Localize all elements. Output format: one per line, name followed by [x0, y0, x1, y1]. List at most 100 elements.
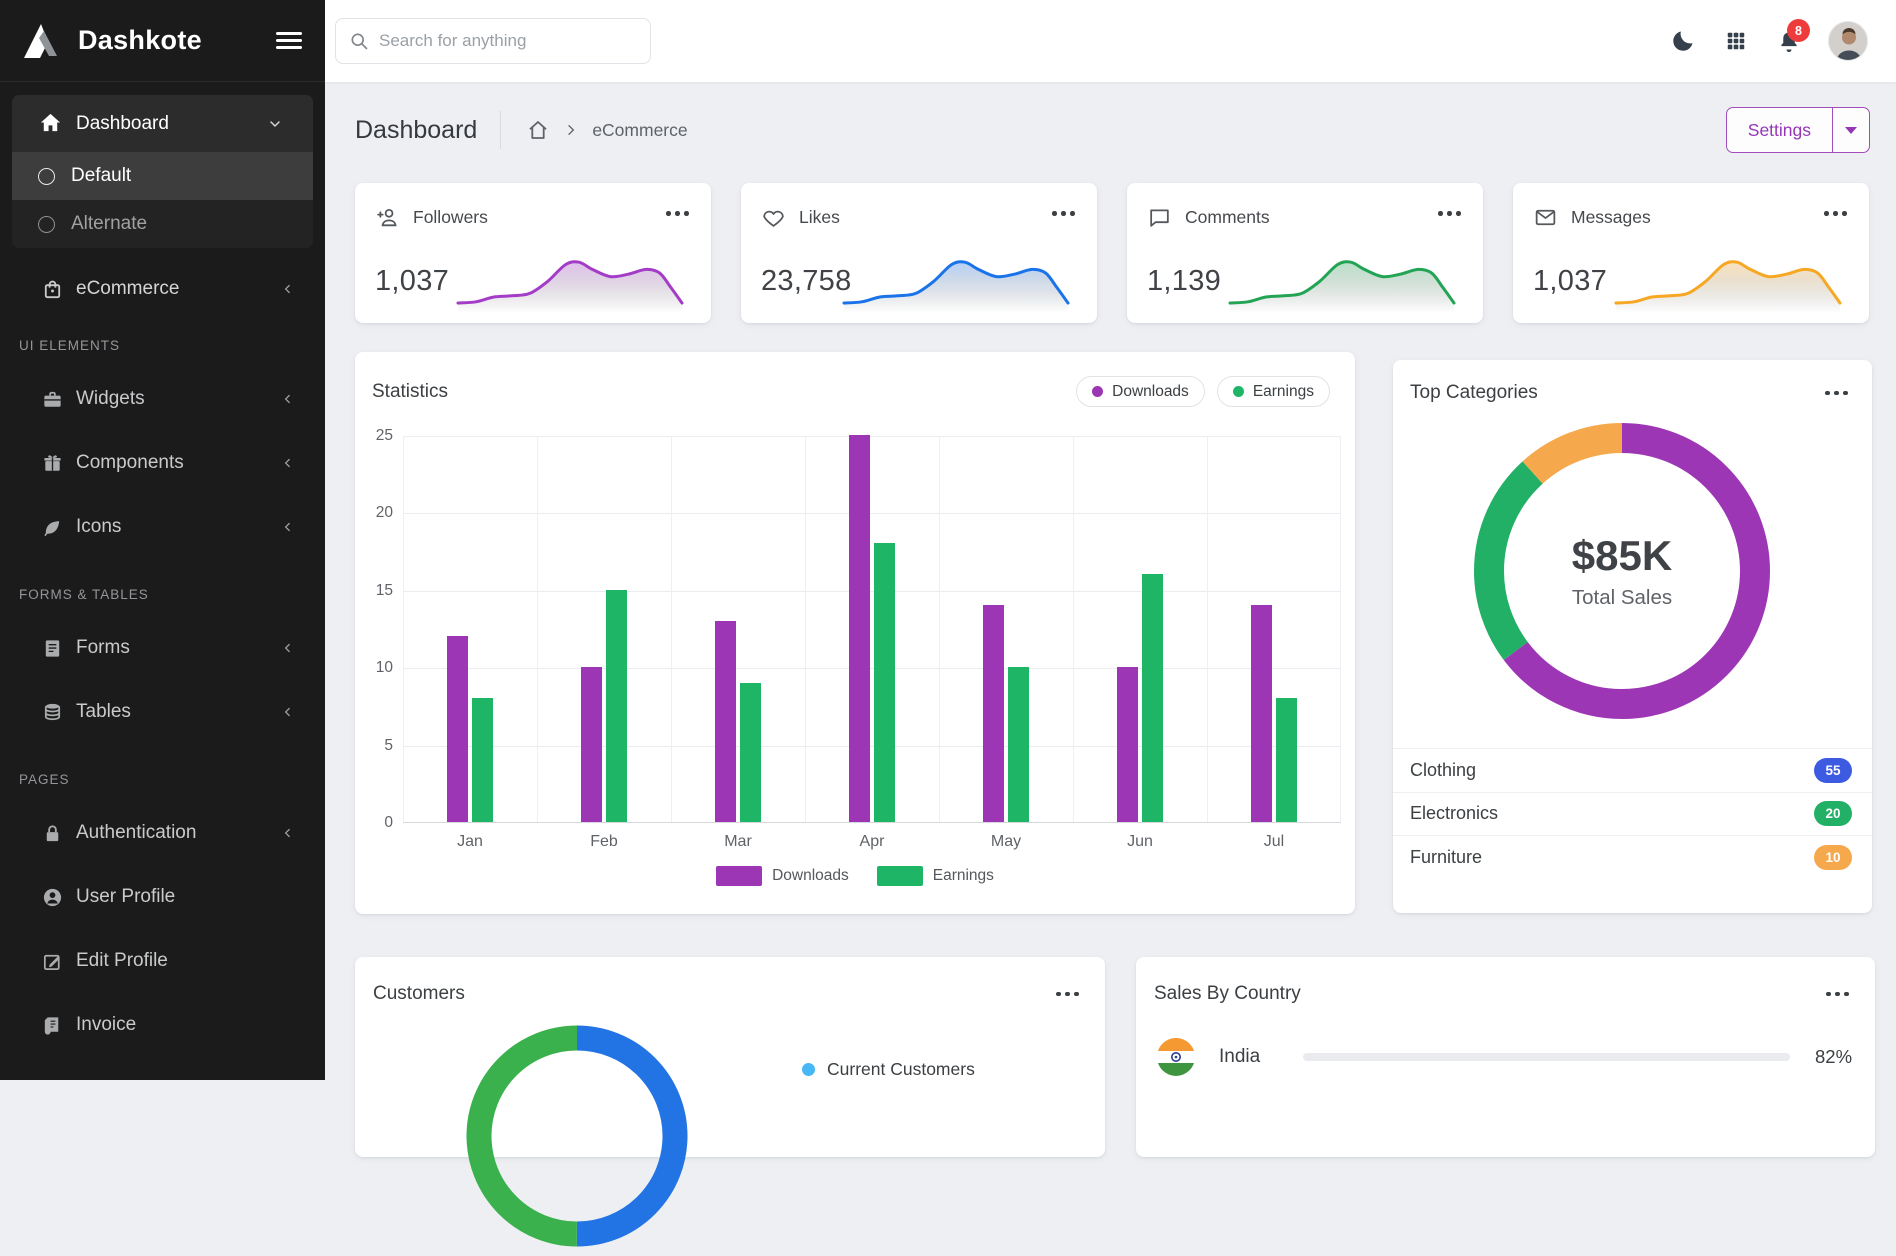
bar-chart-legend: Downloads Earnings — [355, 866, 1355, 886]
brand-name: Dashkote — [78, 25, 202, 56]
stat-value: 1,037 — [1533, 265, 1607, 298]
category-row-electronics[interactable]: Electronics 20 — [1393, 792, 1872, 836]
page-title: Dashboard — [355, 116, 477, 145]
comments-sparkline — [1227, 239, 1457, 315]
settings-dropdown-toggle[interactable] — [1833, 108, 1869, 152]
more-menu-icon[interactable] — [1054, 986, 1081, 1003]
bar-downloads-jan — [447, 636, 468, 822]
hamburger-menu-icon[interactable] — [276, 28, 302, 53]
messages-card: Messages 1,037 — [1513, 183, 1869, 323]
sidebar-section-ui-elements: UI ELEMENTS — [0, 338, 325, 353]
sidebar-item-components[interactable]: Components — [0, 431, 325, 495]
chevron-right-icon — [563, 122, 579, 138]
furniture-count-badge: 10 — [1814, 845, 1852, 870]
bar-earnings-jan — [472, 698, 493, 822]
bar-downloads-apr — [849, 435, 870, 822]
stat-value: 1,037 — [375, 265, 449, 298]
legend-chip-earnings[interactable]: Earnings — [1217, 376, 1330, 407]
earnings-dot-icon — [1233, 386, 1244, 397]
stat-value: 1,139 — [1147, 265, 1221, 298]
more-menu-icon[interactable] — [1436, 205, 1463, 222]
top-categories-card: Top Categories $85K Total Sales Clothing… — [1393, 360, 1872, 913]
statistics-title: Statistics — [372, 381, 448, 403]
sidebar-item-tables[interactable]: Tables — [0, 680, 325, 744]
legend-chip-downloads[interactable]: Downloads — [1076, 376, 1205, 407]
bar-earnings-jul — [1276, 698, 1297, 822]
notifications-bell-icon[interactable]: 8 — [1775, 27, 1803, 55]
sidebar: Dashkote Dashboard Default Alternate — [0, 0, 325, 1080]
stat-card-row: Followers 1,037 Likes 23,758 Comments 1,… — [355, 183, 1869, 323]
person-add-icon — [375, 205, 400, 230]
chevron-down-icon — [267, 116, 283, 132]
breadcrumb: eCommerce — [526, 118, 687, 142]
brand-header: Dashkote — [0, 0, 325, 82]
brand-logo-icon — [20, 21, 64, 61]
sidebar-item-alternate[interactable]: Alternate — [12, 200, 313, 248]
leaf-icon — [40, 515, 64, 539]
settings-split-button[interactable]: Settings — [1726, 107, 1870, 153]
search-input[interactable] — [379, 31, 637, 51]
india-percent: 82% — [1815, 1046, 1852, 1068]
stat-label: Followers — [413, 207, 488, 228]
more-menu-icon[interactable] — [664, 205, 691, 222]
more-menu-icon[interactable] — [1050, 205, 1077, 222]
sidebar-item-edit-profile[interactable]: Edit Profile — [0, 929, 325, 993]
customers-card: Customers Current Customers — [355, 957, 1105, 1157]
category-row-clothing[interactable]: Clothing 55 — [1393, 748, 1872, 792]
sales-by-country-card: Sales By Country India 82% — [1136, 957, 1875, 1157]
customers-donut-chart — [457, 1016, 697, 1256]
bar-earnings-jun — [1142, 574, 1163, 822]
breadcrumb-home-icon[interactable] — [526, 118, 550, 142]
chevron-left-icon — [281, 826, 295, 840]
sidebar-item-authentication[interactable]: Authentication — [0, 801, 325, 865]
india-progress-bar — [1303, 1053, 1790, 1061]
lock-icon — [40, 821, 64, 845]
stat-label: Messages — [1571, 207, 1651, 228]
chevron-left-icon — [281, 641, 295, 655]
stat-label: Likes — [799, 207, 840, 228]
radio-icon — [38, 168, 55, 185]
customers-legend: Current Customers — [802, 1059, 975, 1080]
sidebar-item-user-profile[interactable]: User Profile — [0, 865, 325, 929]
followers-card: Followers 1,037 — [355, 183, 711, 323]
sidebar-item-dashboard[interactable]: Dashboard — [12, 95, 313, 152]
more-menu-icon[interactable] — [1824, 986, 1851, 1003]
edit-icon — [40, 949, 64, 973]
sales-by-country-title: Sales By Country — [1154, 983, 1301, 1005]
divider — [500, 111, 501, 149]
sidebar-item-forms[interactable]: Forms — [0, 616, 325, 680]
sidebar-section-forms-tables: FORMS & TABLES — [0, 587, 325, 602]
chevron-left-icon — [281, 520, 295, 534]
settings-button[interactable]: Settings — [1727, 108, 1833, 152]
topbar: 8 — [325, 0, 1896, 82]
apps-grid-icon[interactable] — [1722, 27, 1750, 55]
current-customers-dot-icon — [802, 1063, 815, 1076]
top-categories-donut-chart — [1467, 416, 1777, 726]
clothing-count-badge: 55 — [1814, 758, 1852, 783]
sidebar-nav: Dashboard Default Alternate eCommerce — [0, 82, 325, 1057]
heart-icon — [761, 205, 786, 230]
sidebar-item-default[interactable]: Default — [12, 152, 313, 200]
receipt-icon — [40, 1013, 64, 1037]
shopping-bag-icon — [40, 277, 64, 301]
search-box[interactable] — [335, 18, 651, 64]
dark-mode-moon-icon[interactable] — [1669, 27, 1697, 55]
chevron-left-icon — [281, 705, 295, 719]
customers-title: Customers — [373, 983, 465, 1005]
likes-card: Likes 23,758 — [741, 183, 1097, 323]
more-menu-icon[interactable] — [1822, 205, 1849, 222]
category-row-furniture[interactable]: Furniture 10 — [1393, 835, 1872, 879]
chevron-left-icon — [281, 456, 295, 470]
country-label: India — [1219, 1046, 1260, 1068]
sidebar-item-invoice[interactable]: Invoice — [0, 993, 325, 1057]
more-menu-icon[interactable] — [1823, 385, 1850, 402]
breadcrumb-current[interactable]: eCommerce — [592, 120, 687, 141]
user-avatar[interactable] — [1828, 21, 1868, 61]
bar-downloads-feb — [581, 667, 602, 822]
sidebar-item-ecommerce[interactable]: eCommerce — [0, 260, 325, 318]
sidebar-item-icons[interactable]: Icons — [0, 495, 325, 559]
sidebar-item-widgets[interactable]: Widgets — [0, 367, 325, 431]
bar-earnings-feb — [606, 590, 627, 822]
bar-downloads-jul — [1251, 605, 1272, 822]
bar-earnings-may — [1008, 667, 1029, 822]
